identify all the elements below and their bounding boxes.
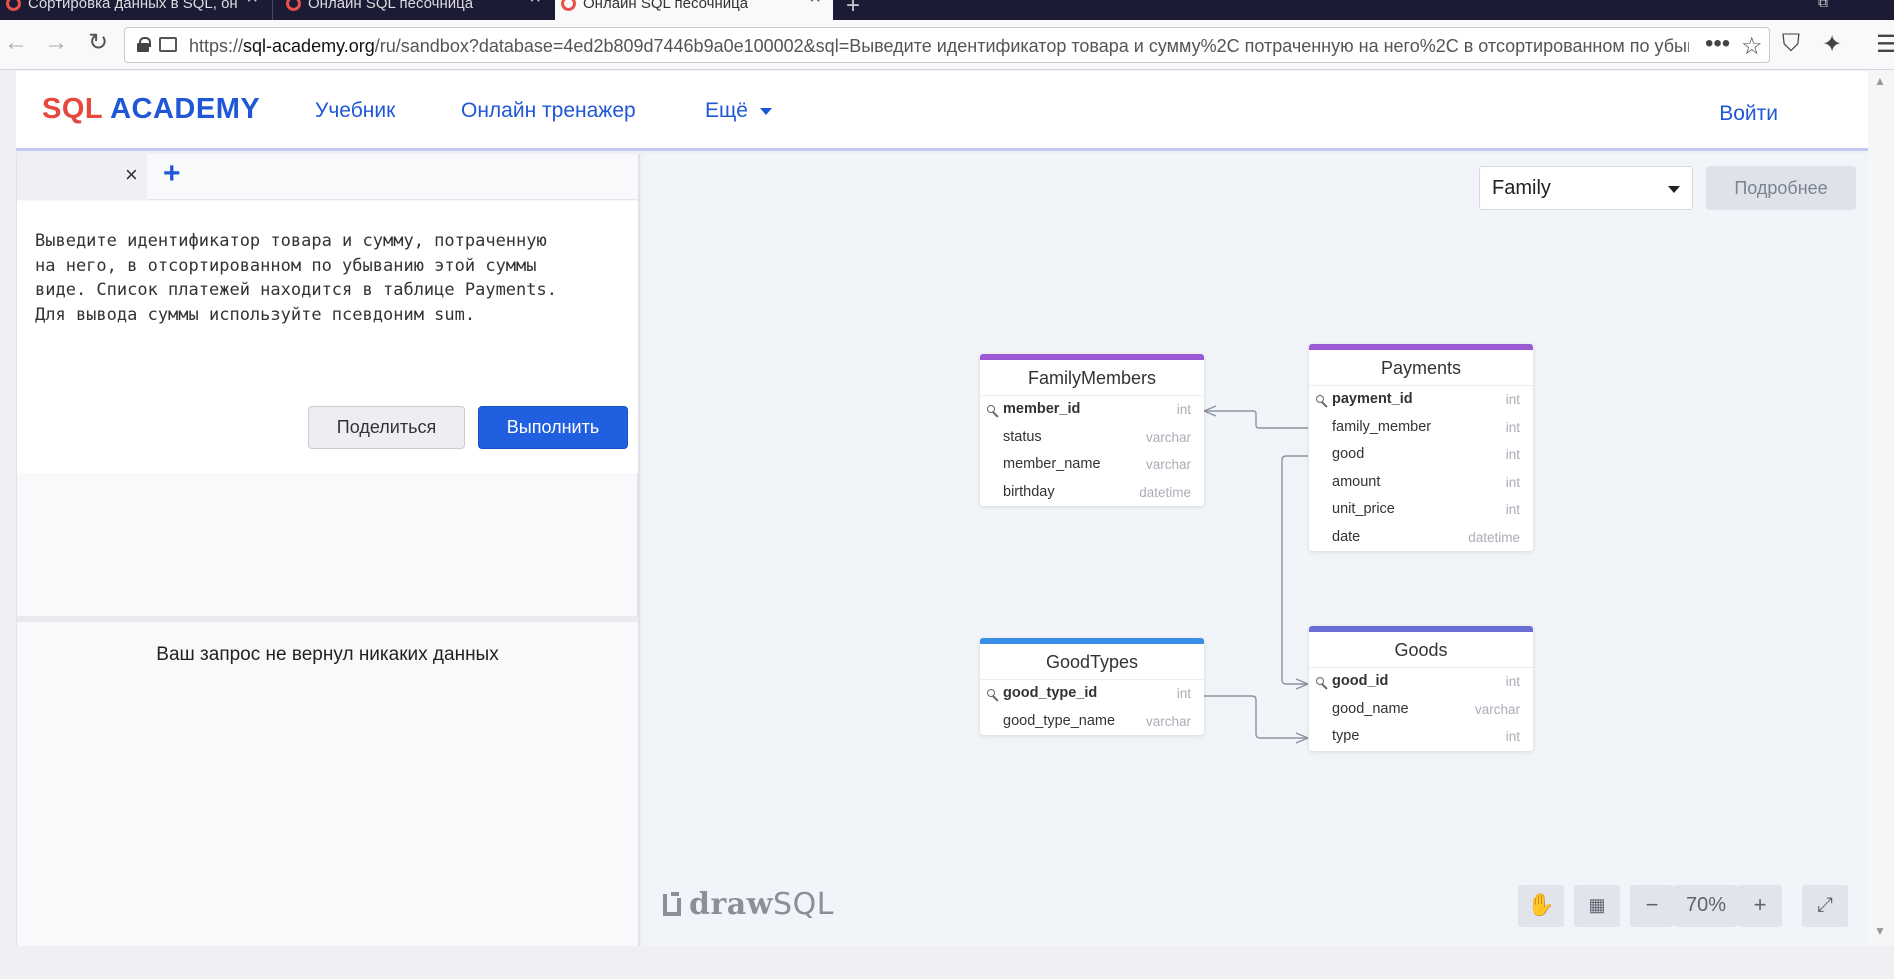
bookmark-star-icon[interactable]: ☆ <box>1741 32 1763 61</box>
grid-view-icon[interactable]: ▦ <box>1574 885 1620 927</box>
query-tab[interactable]: × <box>17 154 147 200</box>
table-title: Payments <box>1309 350 1533 386</box>
column-row: date datetime <box>1332 528 1520 545</box>
browser-tab-1[interactable]: Сортировка данных в SQL, он × <box>0 0 270 20</box>
browser-tab-2[interactable]: Онлайн SQL песочница × <box>280 0 553 20</box>
menu-more[interactable]: Ещё <box>705 99 772 123</box>
column-row: good_type_id int <box>980 680 1204 708</box>
query-tabs: × + <box>17 154 638 200</box>
new-tab-icon[interactable]: + <box>846 0 860 20</box>
key-icon <box>1316 677 1324 685</box>
sql-academy-logo[interactable]: SQL ACADEMY <box>42 93 260 126</box>
add-query-tab-icon[interactable]: + <box>163 157 181 191</box>
close-tab-icon[interactable]: × <box>246 0 258 8</box>
relation-type <box>1204 695 1308 739</box>
menu-tutorial[interactable]: Учебник <box>315 99 395 123</box>
close-query-tab-icon[interactable]: × <box>125 162 138 188</box>
site-header: SQL ACADEMY Учебник Онлайн тренажер Ещё … <box>16 71 1868 151</box>
column-row: status varchar <box>1003 428 1191 445</box>
table-title: GoodTypes <box>980 644 1204 680</box>
schema-diagram[interactable]: Family Подробнее FamilyMembers member_id… <box>643 154 1868 946</box>
key-icon <box>1316 395 1324 403</box>
query-panel: × + Выведите идентификатор товара и сумм… <box>16 154 640 946</box>
zoom-level: 70% <box>1674 885 1738 927</box>
results-message: Ваш запрос не вернул никаких данных <box>156 644 499 665</box>
relationship-lines <box>1203 405 1309 744</box>
scroll-up-icon[interactable]: ▲ <box>1874 74 1886 88</box>
table-title: FamilyMembers <box>980 360 1204 396</box>
window-restore-icon[interactable]: ⧉ <box>1818 0 1828 11</box>
browser-nav-bar: ← → ↻ https://sql-academy.org/ru/sandbox… <box>0 20 1894 70</box>
forward-icon[interactable]: → <box>42 30 70 58</box>
more-actions-icon[interactable]: ••• <box>1705 30 1730 58</box>
drawsql-logo-icon <box>663 892 685 916</box>
browser-tab-3-active[interactable]: Онлайн SQL песочница × <box>555 0 833 20</box>
tab-title: Онлайн SQL песочница <box>583 0 749 12</box>
share-button[interactable]: Поделиться <box>308 406 465 449</box>
column-row: good int <box>1332 446 1520 462</box>
reload-icon[interactable]: ↻ <box>84 30 112 58</box>
close-tab-icon[interactable]: × <box>809 0 821 8</box>
hand-tool-icon[interactable]: ✋ <box>1518 885 1564 927</box>
column-row: payment_id int <box>1309 386 1533 414</box>
lock-icon[interactable] <box>137 37 151 52</box>
column-row: amount int <box>1332 473 1520 490</box>
zoom-in-icon[interactable]: + <box>1738 885 1782 927</box>
zoom-out-icon[interactable]: − <box>1630 885 1674 927</box>
url-text[interactable]: https://sql-academy.org/ru/sandbox?datab… <box>189 36 1689 57</box>
table-good-types[interactable]: GoodTypes good_type_id int good_type_name… <box>980 638 1204 735</box>
site-favicon-icon <box>286 0 301 11</box>
extension-icon[interactable]: ✦ <box>1822 30 1842 59</box>
column-row: type int <box>1332 728 1520 744</box>
tab-title: Онлайн SQL песочница <box>308 0 474 12</box>
results-panel: Ваш запрос не вернул никаких данных <box>17 622 638 946</box>
run-button[interactable]: Выполнить <box>478 406 628 449</box>
column-row: unit_price int <box>1332 501 1520 517</box>
chevron-down-icon <box>759 107 772 115</box>
drawsql-logo[interactable]: drawSQL <box>663 887 834 922</box>
table-payments[interactable]: Payments payment_id int family_member int … <box>1309 344 1533 551</box>
table-goods[interactable]: Goods good_id int good_name varchar type in… <box>1309 626 1533 751</box>
key-icon <box>987 689 995 697</box>
key-icon <box>987 405 995 413</box>
browser-tab-bar: Сортировка данных в SQL, он × Онлайн SQL… <box>0 0 1894 20</box>
column-row: good_name varchar <box>1332 700 1520 717</box>
site-favicon-icon <box>561 0 576 11</box>
back-icon[interactable]: ← <box>2 30 30 58</box>
relation-good <box>1281 455 1308 685</box>
column-row: good_type_name varchar <box>1003 712 1191 729</box>
menu-icon[interactable]: ☰ <box>1876 30 1894 59</box>
fullscreen-icon[interactable]: ⤢ <box>1802 885 1848 927</box>
site-favicon-icon <box>6 0 21 11</box>
column-row: member_id int <box>980 396 1204 424</box>
table-family-members[interactable]: FamilyMembers member_id int status varchar… <box>980 354 1204 506</box>
column-row: birthday datetime <box>1003 483 1191 500</box>
column-row: family_member int <box>1332 418 1520 435</box>
tab-title: Сортировка данных в SQL, он <box>28 0 238 12</box>
page-info-icon[interactable] <box>159 37 177 52</box>
address-bar[interactable]: https://sql-academy.org/ru/sandbox?datab… <box>124 27 1770 63</box>
page-footer-strip <box>0 946 1894 979</box>
page-scrollbar[interactable]: ▲ ▼ <box>1868 70 1894 950</box>
column-row: good_id int <box>1309 668 1533 696</box>
relation-member <box>1204 410 1308 429</box>
scroll-down-icon[interactable]: ▼ <box>1874 924 1886 938</box>
shield-icon[interactable]: ⛉ <box>1782 30 1800 58</box>
login-link[interactable]: Войти <box>1719 102 1778 126</box>
editor-text[interactable]: Выведите идентификатор товара и сумму, п… <box>35 229 625 327</box>
menu-trainer[interactable]: Онлайн тренажер <box>461 99 636 123</box>
table-title: Goods <box>1309 632 1533 668</box>
close-tab-icon[interactable]: × <box>529 0 541 8</box>
column-row: member_name varchar <box>1003 456 1191 472</box>
